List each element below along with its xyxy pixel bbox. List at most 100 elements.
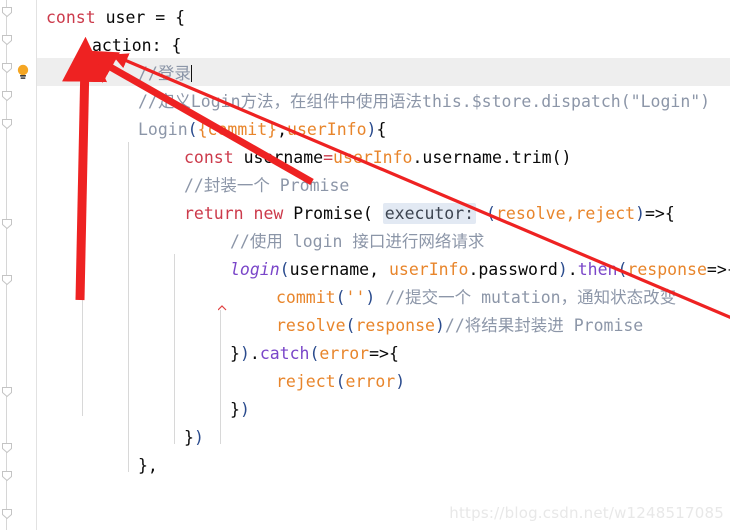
code-token: ) xyxy=(193,428,204,447)
fold-marker-icon[interactable] xyxy=(1,34,13,46)
code-token: //使用 login 接口进行网络请求 xyxy=(230,232,485,251)
code-token: response xyxy=(355,316,435,335)
code-token: response xyxy=(627,260,707,279)
code-token: =>{ xyxy=(369,344,399,363)
code-token: userInfo xyxy=(333,148,413,167)
code-line[interactable]: //登录 xyxy=(138,60,192,88)
code-token: ( xyxy=(486,204,496,223)
code-token: ) xyxy=(239,344,250,363)
code-line[interactable]: action: { xyxy=(92,32,181,60)
code-token: userInfo xyxy=(388,260,469,279)
fold-marker-icon[interactable] xyxy=(1,442,13,454)
code-token: ) xyxy=(557,260,568,279)
code-token: ( xyxy=(345,316,356,335)
code-token: ( xyxy=(187,120,198,139)
code-token: ) xyxy=(365,288,376,307)
indent-guide xyxy=(220,310,221,444)
code-token: catch xyxy=(259,344,310,363)
code-token: user = { xyxy=(95,8,186,27)
editor-gutter[interactable] xyxy=(0,0,36,530)
code-token: login xyxy=(230,260,280,279)
code-line[interactable]: }) xyxy=(184,424,204,452)
code-token: return xyxy=(184,204,244,223)
code-line[interactable]: }, xyxy=(138,452,158,480)
code-line[interactable]: const username=userInfo.username.trim() xyxy=(184,144,571,172)
code-line[interactable]: }).catch(error=>{ xyxy=(230,340,399,368)
code-token: ( xyxy=(309,344,320,363)
code-token: ) xyxy=(366,120,377,139)
intention-bulb-icon[interactable] xyxy=(15,63,31,81)
code-token: userInfo xyxy=(287,120,367,139)
code-token: //将结果封装进 Promise xyxy=(444,316,644,335)
code-line[interactable]: reject(error) xyxy=(276,368,405,396)
code-token: ) xyxy=(635,204,645,223)
code-token: username xyxy=(233,148,324,167)
code-token: executor: xyxy=(382,203,477,224)
indent-guide xyxy=(82,86,83,416)
code-token: const xyxy=(46,8,96,27)
code-token: ) xyxy=(395,372,406,391)
code-token: . xyxy=(249,344,260,363)
code-token: ( xyxy=(279,260,290,279)
code-token: .password xyxy=(468,260,558,279)
fold-marker-icon[interactable] xyxy=(1,118,13,130)
fold-marker-icon[interactable] xyxy=(1,90,13,102)
code-token: reject xyxy=(276,372,336,391)
code-token: . xyxy=(567,260,578,279)
code-token: , xyxy=(277,120,288,139)
fold-marker-icon[interactable] xyxy=(1,508,13,520)
code-editor[interactable]: const user = { action: { //登录 //定义Login方法，在… xyxy=(0,0,730,530)
code-line[interactable]: login(username, userInfo.password).then(… xyxy=(230,256,730,284)
error-squiggle xyxy=(218,305,227,311)
code-token: ) xyxy=(239,400,250,419)
code-line[interactable]: commit('') //提交一个 mutation，通知状态改变 xyxy=(276,284,676,312)
code-token: }, xyxy=(138,456,158,475)
code-token: username, xyxy=(289,260,389,279)
code-line[interactable]: }) xyxy=(230,396,250,424)
code-token: commit xyxy=(276,288,336,307)
code-line[interactable]: //封装一个 Promise xyxy=(184,172,349,200)
code-token: //登录 xyxy=(138,64,191,83)
code-line[interactable]: Login({commit},userInfo){ xyxy=(138,116,386,144)
indent-guide xyxy=(174,254,175,444)
code-token: ) xyxy=(434,316,445,335)
text-caret xyxy=(190,65,192,82)
code-token: error xyxy=(319,344,370,363)
code-token: { xyxy=(376,120,387,139)
code-token: =>{ xyxy=(645,204,675,223)
code-token: error xyxy=(345,372,396,391)
code-token: {commit} xyxy=(197,120,278,139)
code-token: new xyxy=(253,204,284,223)
code-line[interactable]: const user = { xyxy=(46,4,185,32)
code-token: action: { xyxy=(92,36,182,55)
gutter-separator xyxy=(36,0,37,530)
indent-guide xyxy=(128,142,129,472)
code-token: Login xyxy=(138,120,188,139)
fold-marker-icon[interactable] xyxy=(1,6,13,18)
current-line-highlight xyxy=(0,58,730,86)
code-token: } xyxy=(230,400,240,419)
code-token: ( xyxy=(335,372,346,391)
fold-marker-icon[interactable] xyxy=(1,218,13,230)
code-line[interactable]: return new Promise( executor: (resolve,r… xyxy=(184,200,675,228)
code-line[interactable]: //定义Login方法，在组件中使用语法this.$store.dispatch… xyxy=(138,88,710,116)
code-line[interactable]: //使用 login 接口进行网络请求 xyxy=(230,228,484,256)
fold-marker-icon[interactable] xyxy=(1,386,13,398)
code-token: //提交一个 mutation，通知状态改变 xyxy=(385,288,677,307)
code-token: =>{ xyxy=(706,260,730,279)
code-token: ( xyxy=(335,288,346,307)
watermark-url: https://blog.csdn.net/w1248517085 xyxy=(449,504,724,522)
code-token: '' xyxy=(345,288,366,307)
code-line[interactable]: resolve(response)//将结果封装进 Promise xyxy=(276,312,643,340)
code-token: = xyxy=(323,148,334,167)
code-token: Promise( xyxy=(283,204,383,223)
code-token: const xyxy=(184,148,234,167)
fold-marker-icon[interactable] xyxy=(1,274,13,286)
fold-marker-icon[interactable] xyxy=(1,470,13,482)
fold-marker-icon[interactable] xyxy=(1,62,13,74)
code-token: .username.trim() xyxy=(412,148,572,167)
code-token: //封装一个 Promise xyxy=(184,176,350,195)
